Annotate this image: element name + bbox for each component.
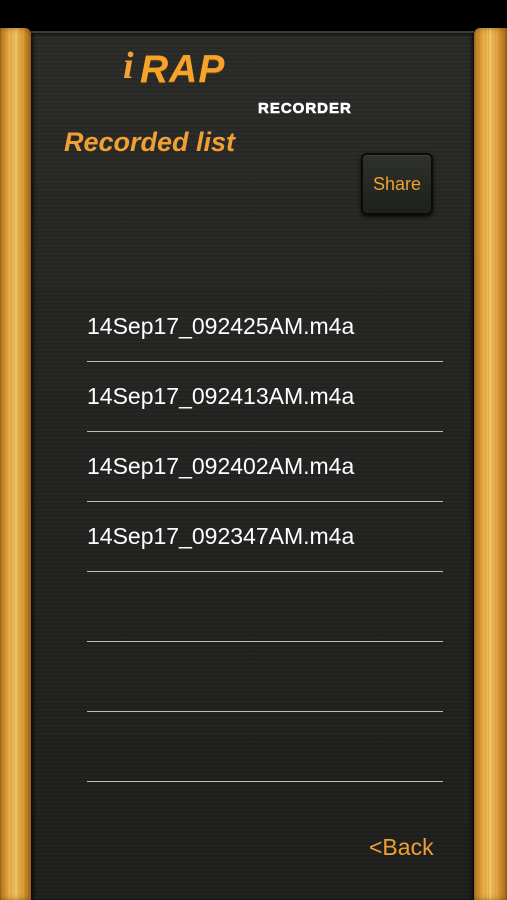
logo-i: i — [123, 45, 134, 87]
page-title: Recorded list — [64, 127, 236, 157]
logo-recorder-subtitle: RECORDER — [258, 100, 352, 117]
list-item[interactable]: 14Sep17_092402AM.m4a — [87, 432, 443, 502]
back-button[interactable]: <Back — [369, 836, 434, 859]
recorder-screen: i RAP RECORDER Recorded list Share 14Sep… — [0, 0, 507, 900]
share-button[interactable]: Share — [361, 153, 433, 215]
list-item[interactable]: 14Sep17_092413AM.m4a — [87, 362, 443, 432]
wood-side-panel-left — [0, 28, 31, 900]
wood-side-panel-right — [474, 28, 507, 900]
list-item-empty — [87, 642, 443, 712]
list-item[interactable]: 14Sep17_092425AM.m4a — [87, 292, 443, 362]
file-name: 14Sep17_092347AM.m4a — [87, 523, 355, 549]
file-name: 14Sep17_092425AM.m4a — [87, 313, 355, 339]
file-name: 14Sep17_092413AM.m4a — [87, 383, 355, 409]
recorded-file-list: 14Sep17_092425AM.m4a 14Sep17_092413AM.m4… — [87, 292, 443, 782]
list-item-empty — [87, 572, 443, 642]
list-item[interactable]: 14Sep17_092347AM.m4a — [87, 502, 443, 572]
logo-rap: RAP — [140, 48, 226, 91]
list-item-empty — [87, 712, 443, 782]
file-name: 14Sep17_092402AM.m4a — [87, 453, 355, 479]
